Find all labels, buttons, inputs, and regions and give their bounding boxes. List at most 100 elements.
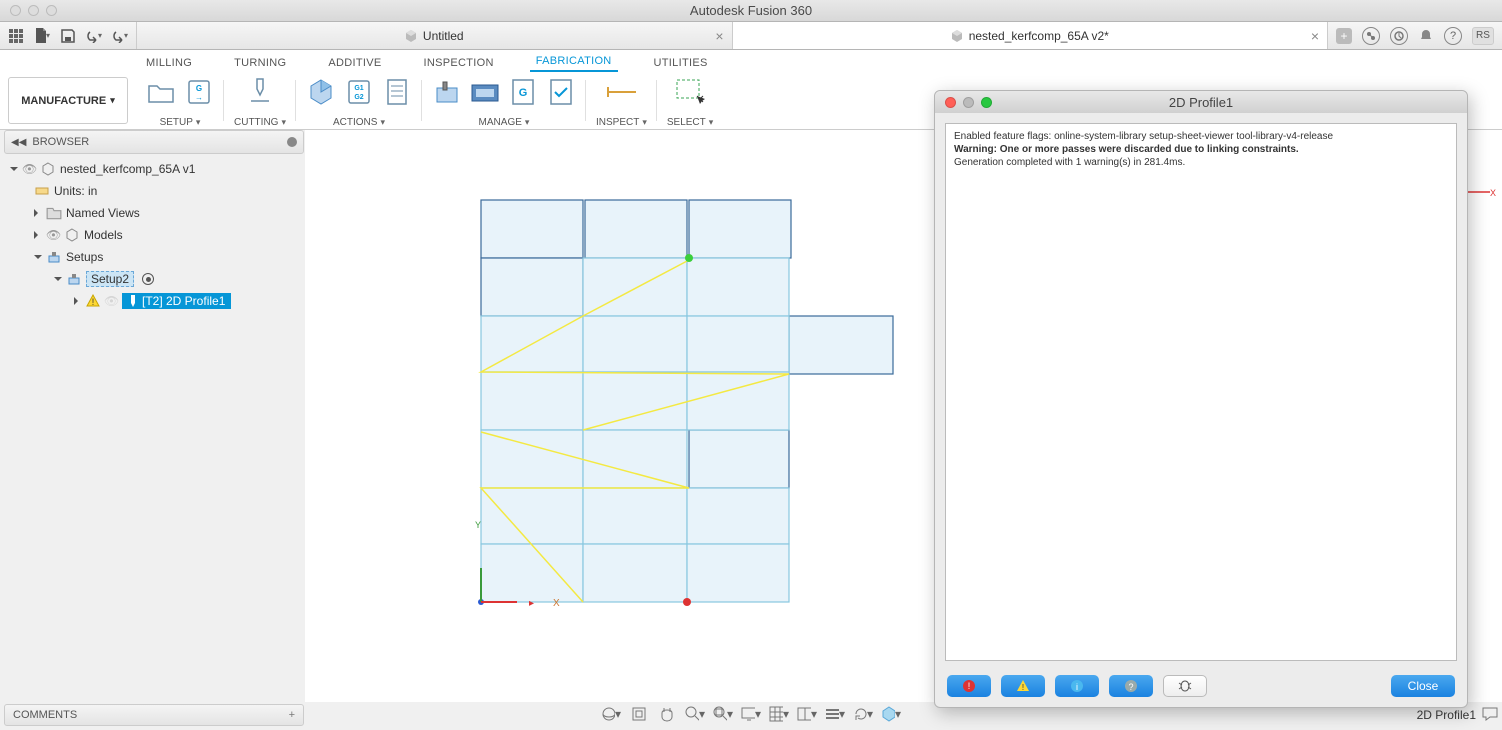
select-group-label[interactable]: SELECT — [667, 117, 713, 128]
filter-error-button[interactable]: ! — [947, 675, 991, 697]
job-status-icon[interactable] — [1390, 27, 1408, 45]
tree-setup2[interactable]: Setup2 — [4, 268, 304, 290]
tree-root[interactable]: 👁 nested_kerfcomp_65A v1 — [4, 158, 304, 180]
setup-group-label[interactable]: SETUP — [160, 117, 201, 128]
grid-apps-icon[interactable] — [8, 28, 24, 44]
task-manager-icon[interactable] — [546, 77, 576, 107]
log-body[interactable]: Enabled feature flags: online-system-lib… — [945, 123, 1457, 661]
ribbon-tab-turning[interactable]: TURNING — [228, 54, 292, 72]
warning-icon: ! — [86, 294, 100, 308]
help-icon[interactable]: ? — [1444, 27, 1462, 45]
cutting-tool-icon[interactable] — [245, 77, 275, 107]
close-tab-icon[interactable]: × — [715, 28, 723, 44]
close-panel-icon[interactable] — [945, 97, 956, 108]
display-settings-icon[interactable]: ▾ — [741, 704, 761, 724]
expand-icon[interactable] — [34, 228, 42, 242]
close-window-icon[interactable] — [10, 5, 21, 16]
svg-text:!: ! — [1022, 683, 1024, 692]
tree-named-views[interactable]: Named Views — [4, 202, 304, 224]
nc-program-icon[interactable]: G→ — [184, 77, 214, 107]
filter-debug-button[interactable] — [1163, 675, 1207, 697]
ribbon-tab-milling[interactable]: MILLING — [140, 54, 198, 72]
minimize-panel-icon[interactable] — [963, 97, 974, 108]
log-line-result: Generation completed with 1 warning(s) i… — [954, 157, 1185, 168]
user-avatar[interactable]: RS — [1472, 27, 1494, 45]
file-menu-icon[interactable]: ▾ — [34, 28, 50, 44]
look-at-icon[interactable] — [629, 704, 649, 724]
postprocess-icon[interactable]: G1G2 — [344, 77, 374, 107]
pan-icon[interactable] — [657, 704, 677, 724]
fit-icon[interactable]: ▾ — [713, 704, 733, 724]
orbit-icon[interactable]: ▾ — [601, 704, 621, 724]
document-cube-icon — [951, 30, 963, 42]
expand-icon[interactable] — [10, 162, 18, 176]
comments-bar[interactable]: COMMENTS + — [4, 704, 304, 726]
workspace-label: MANUFACTURE — [21, 95, 106, 107]
setup-sheet-icon[interactable] — [382, 77, 412, 107]
zoom-icon[interactable]: ▾ — [685, 704, 705, 724]
feedback-icon[interactable] — [1482, 707, 1498, 724]
machine-library-icon[interactable] — [470, 77, 500, 107]
actions-group-label[interactable]: ACTIONS — [333, 117, 385, 128]
extensions-icon[interactable] — [1362, 27, 1380, 45]
browser-panel: ◀◀ BROWSER 👁 nested_kerfcomp_65A v1 Unit… — [4, 130, 304, 316]
expand-icon[interactable] — [54, 272, 62, 286]
visibility-icon[interactable]: 👁 — [22, 162, 36, 176]
log-titlebar[interactable]: 2D Profile1 — [935, 91, 1467, 113]
expand-icon[interactable] — [74, 294, 82, 308]
ribbon-tab-fabrication[interactable]: FABRICATION — [530, 52, 618, 72]
filter-warning-button[interactable]: ! — [1001, 675, 1045, 697]
zoom-panel-icon[interactable] — [981, 97, 992, 108]
visibility-icon[interactable]: 👁 — [104, 294, 118, 308]
save-icon[interactable] — [60, 28, 76, 44]
svg-text:Y: Y — [475, 520, 481, 530]
filter-info-button[interactable]: i — [1055, 675, 1099, 697]
notifications-icon[interactable] — [1418, 28, 1434, 44]
tree-setups[interactable]: Setups — [4, 246, 304, 268]
expand-icon[interactable] — [34, 206, 42, 220]
effects-icon[interactable]: ▾ — [881, 704, 901, 724]
refresh-icon[interactable]: ▾ — [853, 704, 873, 724]
measure-icon[interactable] — [606, 77, 636, 107]
browser-header[interactable]: ◀◀ BROWSER — [4, 130, 304, 154]
ribbon-tab-utilities[interactable]: UTILITIES — [648, 54, 714, 72]
close-log-button[interactable]: Close — [1391, 675, 1455, 697]
tree-operation[interactable]: ! 👁 [T2] 2D Profile1 — [4, 290, 304, 312]
redo-icon[interactable]: ▾ — [112, 28, 128, 44]
template-library-icon[interactable]: G — [508, 77, 538, 107]
setup-folder-icon[interactable] — [146, 77, 176, 107]
workspace-switcher[interactable]: MANUFACTURE▾ — [8, 77, 128, 124]
undo-icon[interactable]: ▾ — [86, 28, 102, 44]
zoom-window-icon[interactable] — [46, 5, 57, 16]
tree-units[interactable]: Units: in — [4, 180, 304, 202]
ribbon-tab-inspection[interactable]: INSPECTION — [417, 54, 499, 72]
close-tab-icon[interactable]: × — [1311, 28, 1319, 44]
browser-options-icon[interactable] — [287, 137, 297, 147]
visibility-icon[interactable]: 👁 — [46, 228, 60, 242]
ribbon-tab-additive[interactable]: ADDITIVE — [322, 54, 387, 72]
viewports-icon[interactable]: ▾ — [825, 704, 845, 724]
active-setup-icon[interactable] — [142, 273, 154, 285]
tree-models[interactable]: 👁 Models — [4, 224, 304, 246]
svg-text:G2: G2 — [354, 94, 363, 101]
inspect-group-label[interactable]: INSPECT — [596, 117, 647, 128]
browser-title: BROWSER — [32, 136, 89, 148]
log-window-title: 2D Profile1 — [935, 95, 1467, 110]
generate-icon[interactable] — [306, 77, 336, 107]
document-tab-untitled[interactable]: Untitled × — [137, 22, 733, 49]
minimize-window-icon[interactable] — [28, 5, 39, 16]
cutting-group-label[interactable]: CUTTING — [234, 117, 286, 128]
add-comment-icon[interactable]: + — [289, 709, 295, 721]
document-tab-nested[interactable]: nested_kerfcomp_65A v2* × — [733, 22, 1329, 49]
expand-icon[interactable] — [34, 250, 42, 264]
manage-group-label[interactable]: MANAGE — [479, 117, 530, 128]
svg-text:?: ? — [1128, 682, 1133, 692]
collapse-browser-icon[interactable]: ◀◀ — [11, 137, 26, 148]
viewport-icon[interactable]: ▾ — [797, 704, 817, 724]
filter-question-button[interactable]: ? — [1109, 675, 1153, 697]
tree-setup2-label: Setup2 — [86, 271, 134, 287]
grid-settings-icon[interactable]: ▾ — [769, 704, 789, 724]
select-icon[interactable] — [675, 77, 705, 107]
new-tab-icon[interactable]: + — [1336, 28, 1352, 44]
tool-library-icon[interactable] — [432, 77, 462, 107]
